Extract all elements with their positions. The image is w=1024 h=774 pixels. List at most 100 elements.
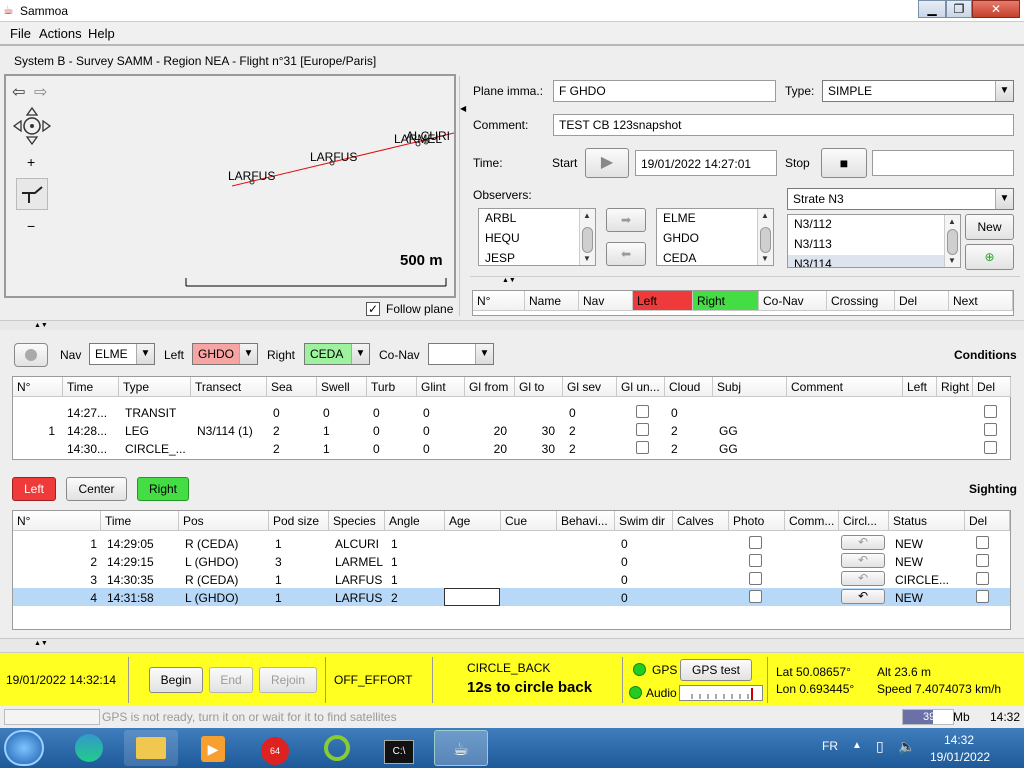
- conditions-col-header[interactable]: Cloud: [665, 377, 713, 397]
- sightings-col-header[interactable]: Status: [889, 511, 965, 531]
- end-button[interactable]: End: [209, 667, 253, 693]
- conditions-col-header[interactable]: Sea: [267, 377, 317, 397]
- java-taskbar-icon[interactable]: ☕: [434, 730, 488, 766]
- right-observer-select[interactable]: CEDA ▼: [304, 343, 370, 365]
- conditions-col-header[interactable]: Time: [63, 377, 119, 397]
- transect-list[interactable]: N3/112 N3/113 N3/114 ▲ ▼: [787, 214, 961, 268]
- list-item[interactable]: N3/112: [788, 215, 960, 235]
- begin-button[interactable]: Begin: [149, 667, 203, 693]
- leg-col-header[interactable]: Crossing: [827, 291, 895, 311]
- conditions-col-header[interactable]: Left: [903, 377, 937, 397]
- taskbar-date[interactable]: 19/01/2022: [930, 750, 990, 764]
- maximize-button[interactable]: ❐: [946, 0, 972, 18]
- start-button[interactable]: ▶: [585, 148, 629, 178]
- conav-select[interactable]: ▼: [428, 343, 494, 365]
- sightings-col-header[interactable]: Cue: [501, 511, 557, 531]
- sightings-col-header[interactable]: Pod size: [269, 511, 329, 531]
- circle-back-icon[interactable]: ↶: [841, 535, 885, 550]
- comment-input[interactable]: TEST CB 123snapshot: [553, 114, 1014, 136]
- tray-expand-icon[interactable]: ▲: [852, 740, 862, 751]
- start-time-input[interactable]: 19/01/2022 14:27:01: [635, 150, 777, 176]
- circle-back-icon[interactable]: ↶: [841, 553, 885, 568]
- sightings-col-header[interactable]: Photo: [729, 511, 785, 531]
- sightings-col-header[interactable]: Age: [445, 511, 501, 531]
- row-checkbox[interactable]: [636, 405, 649, 418]
- leg-col-header[interactable]: Right: [693, 291, 759, 311]
- conditions-col-header[interactable]: Right: [937, 377, 973, 397]
- observers-available-list[interactable]: ARBL HEQU JESP ▲ ▼: [478, 208, 596, 266]
- file-explorer-icon[interactable]: [124, 730, 178, 766]
- conditions-col-header[interactable]: Turb: [367, 377, 417, 397]
- strate-select[interactable]: Strate N3 ▼: [787, 188, 1014, 210]
- menu-actions[interactable]: Actions: [39, 26, 82, 41]
- map-panel[interactable]: ⇦ ⇨ + − LARFUS LARFUS LARMEL ALCURI 500 …: [4, 74, 456, 298]
- add-observer-button[interactable]: ➡: [606, 208, 646, 232]
- scrollbar[interactable]: ▲ ▼: [579, 209, 595, 265]
- sightings-col-header[interactable]: Species: [329, 511, 385, 531]
- conditions-col-header[interactable]: Gl from: [465, 377, 515, 397]
- leg-col-header[interactable]: Del: [895, 291, 949, 311]
- conditions-col-header[interactable]: Gl un...: [617, 377, 665, 397]
- sightings-col-header[interactable]: Angle: [385, 511, 445, 531]
- photo-checkbox[interactable]: [749, 554, 762, 567]
- table-row[interactable]: 14:27... TRANSIT 0 0 0 0 0 0: [13, 403, 1010, 421]
- table-row[interactable]: 1 14:29:05 R (CEDA) 1 ALCURI 1 0 NEW ↶: [13, 534, 1010, 552]
- sightings-col-header[interactable]: Calves: [673, 511, 729, 531]
- row-checkbox[interactable]: [984, 441, 997, 454]
- list-item[interactable]: HEQU: [479, 229, 595, 249]
- media-player-icon[interactable]: ▶: [186, 730, 240, 766]
- photo-checkbox[interactable]: [749, 590, 762, 603]
- scrollbar[interactable]: ▲ ▼: [757, 209, 773, 265]
- conditions-col-header[interactable]: Comment: [787, 377, 903, 397]
- stop-time-input[interactable]: [872, 150, 1014, 176]
- sightings-col-header[interactable]: Comm...: [785, 511, 839, 531]
- terminal-icon[interactable]: C:\: [372, 730, 426, 766]
- horizontal-splitter[interactable]: ▲▼: [0, 320, 1024, 330]
- sightings-col-header[interactable]: Pos: [179, 511, 269, 531]
- leg-col-header[interactable]: N°: [473, 291, 525, 311]
- sighting-right-button[interactable]: Right: [137, 477, 189, 501]
- taskbar-time[interactable]: 14:32: [944, 733, 974, 747]
- conditions-col-header[interactable]: Type: [119, 377, 191, 397]
- sightings-col-header[interactable]: Del: [965, 511, 1010, 531]
- row-checkbox[interactable]: [984, 423, 997, 436]
- photo-checkbox[interactable]: [749, 536, 762, 549]
- vertical-splitter[interactable]: ◀: [459, 76, 467, 316]
- delete-checkbox[interactable]: [976, 554, 989, 567]
- leg-col-header[interactable]: Co-Nav: [759, 291, 827, 311]
- sightings-col-header[interactable]: N°: [13, 511, 101, 531]
- minimize-button[interactable]: ▁: [918, 0, 946, 18]
- sightings-col-header[interactable]: Time: [101, 511, 179, 531]
- delete-checkbox[interactable]: [976, 590, 989, 603]
- circle-back-icon[interactable]: ↶: [841, 571, 885, 586]
- row-checkbox[interactable]: [636, 423, 649, 436]
- horizontal-splitter[interactable]: ▲▼: [0, 638, 1024, 652]
- list-item[interactable]: N3/113: [788, 235, 960, 255]
- horizontal-splitter[interactable]: ▲▼: [470, 276, 1020, 286]
- sighting-left-button[interactable]: Left: [12, 477, 56, 501]
- battery-icon[interactable]: ▯: [876, 738, 884, 755]
- age-cell-editor[interactable]: [444, 588, 500, 606]
- list-item[interactable]: N3/114: [788, 255, 960, 267]
- photo-checkbox[interactable]: [749, 572, 762, 585]
- leg-col-header[interactable]: Name: [525, 291, 579, 311]
- conditions-col-header[interactable]: N°: [13, 377, 63, 397]
- qgis-icon[interactable]: [310, 730, 364, 766]
- type-select[interactable]: SIMPLE ▼: [822, 80, 1014, 102]
- close-button[interactable]: ✕: [972, 0, 1020, 18]
- conditions-col-header[interactable]: Glint: [417, 377, 465, 397]
- language-indicator[interactable]: FR: [822, 739, 838, 753]
- leg-col-header[interactable]: Left: [633, 291, 693, 311]
- leg-col-header[interactable]: Nav: [579, 291, 633, 311]
- left-observer-select[interactable]: GHDO ▼: [192, 343, 258, 365]
- edge-browser-icon[interactable]: [62, 730, 116, 766]
- table-row[interactable]: 1 14:28... LEG N3/114 (1) 2 1 0 0 20 30 2 2 GG: [13, 421, 1010, 439]
- gps-test-button[interactable]: GPS test: [680, 659, 752, 681]
- list-item[interactable]: JESP: [479, 249, 595, 265]
- table-row[interactable]: 3 14:30:35 R (CEDA) 1 LARFUS 1 0 CIRCLE... ↶: [13, 570, 1010, 588]
- delete-checkbox[interactable]: [976, 536, 989, 549]
- conditions-col-header[interactable]: Transect: [191, 377, 267, 397]
- scrollbar[interactable]: ▲ ▼: [944, 215, 960, 267]
- remove-observer-button[interactable]: ⬅: [606, 242, 646, 266]
- conditions-col-header[interactable]: Swell: [317, 377, 367, 397]
